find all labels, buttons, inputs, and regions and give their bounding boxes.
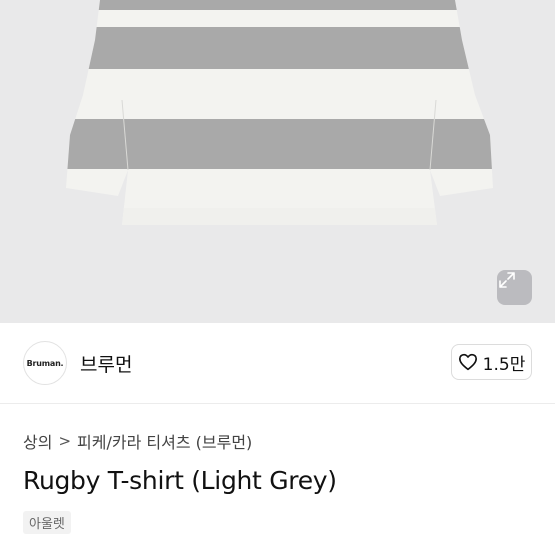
- heart-outline-icon: [458, 353, 477, 371]
- expand-arrows-icon: [499, 272, 515, 288]
- breadcrumb-category[interactable]: 상의: [23, 429, 52, 453]
- expand-image-button[interactable]: [497, 270, 532, 305]
- striped-sweater-illustration: [66, 0, 493, 225]
- outlet-badge: 아울렛: [23, 511, 71, 534]
- brand-row[interactable]: Bruman. 브루먼 1.5만: [0, 323, 555, 404]
- product-image[interactable]: [0, 0, 555, 323]
- product-title: Rugby T-shirt (Light Grey): [23, 466, 337, 495]
- breadcrumb-separator: >: [58, 432, 72, 450]
- breadcrumb-subcategory[interactable]: 피케/카라 티셔츠 (브루먼): [77, 429, 252, 453]
- brand-name[interactable]: 브루먼: [80, 350, 132, 377]
- like-button[interactable]: 1.5만: [451, 344, 532, 380]
- breadcrumb: 상의 > 피케/카라 티셔츠 (브루먼): [23, 429, 252, 453]
- brand-logo[interactable]: Bruman.: [23, 341, 67, 385]
- like-count: 1.5만: [482, 354, 526, 375]
